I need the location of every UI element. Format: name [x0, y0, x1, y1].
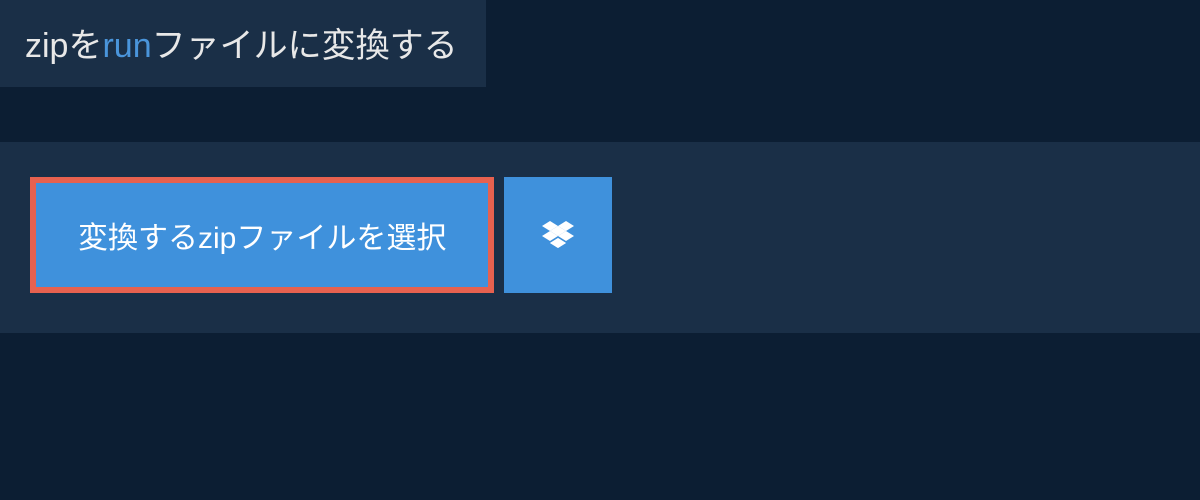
title-text-2: ファイルに変換する — [152, 27, 458, 65]
select-file-button[interactable]: 変換するzipファイルを選択 — [30, 177, 494, 293]
source-format: zip — [25, 27, 68, 65]
main-panel: 変換するzipファイルを選択 — [0, 142, 1200, 333]
title-bar: zipをrunファイルに変換する — [0, 0, 486, 87]
dropbox-button[interactable] — [504, 177, 612, 293]
title-text-1: を — [68, 27, 102, 65]
dropbox-icon — [542, 219, 574, 251]
page-title: zipをrunファイルに変換する — [25, 18, 458, 67]
target-format: run — [102, 27, 151, 65]
button-row: 変換するzipファイルを選択 — [0, 142, 1200, 293]
